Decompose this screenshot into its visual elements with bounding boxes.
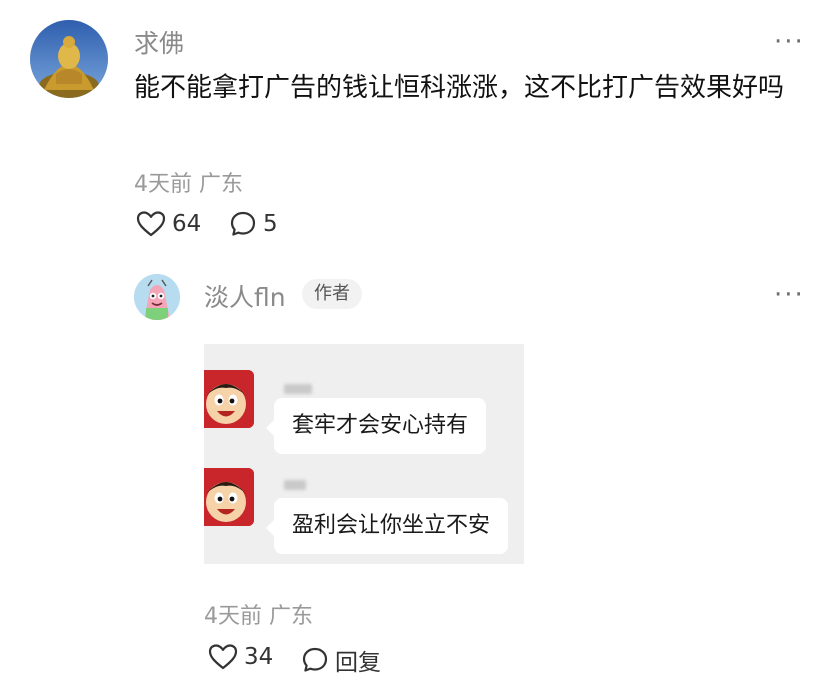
- chat-avatar-icon: [204, 468, 254, 526]
- commenter-username[interactable]: 求佛: [134, 24, 184, 60]
- chat-sender-name: [284, 480, 306, 490]
- chat-message: 套牢才会安心持有: [204, 366, 524, 466]
- chat-avatar-icon: [204, 370, 254, 428]
- like-count: 64: [172, 211, 202, 237]
- reply-more-icon[interactable]: ···: [774, 282, 805, 308]
- reply-count: 5: [263, 211, 278, 237]
- reply-count-button[interactable]: 5: [229, 210, 278, 238]
- comment-bubble-icon: [229, 210, 257, 238]
- comment-time-location: 4天前 广东: [134, 172, 243, 197]
- comment-bubble-icon: [301, 646, 329, 674]
- reply-button-label: 回复: [335, 650, 381, 676]
- heart-icon: [136, 210, 166, 238]
- reply-time-location: 4天前 广东: [204, 604, 313, 629]
- reply-like-button[interactable]: 34: [208, 643, 273, 671]
- reply-username[interactable]: 淡人fln: [204, 278, 286, 314]
- chat-bubble: 盈利会让你坐立不安: [265, 498, 509, 554]
- chat-bubble: 套牢才会安心持有: [265, 398, 487, 454]
- chat-message: 盈利会让你坐立不安: [204, 466, 524, 564]
- reply-button[interactable]: 回复: [301, 643, 381, 677]
- comment-text: 能不能拿打广告的钱让恒科涨涨，这不比打广告效果好吗: [134, 73, 785, 103]
- like-button[interactable]: 64: [136, 210, 201, 238]
- reply-image[interactable]: 套牢才会安心持有 盈利会让你坐立不安: [204, 344, 524, 564]
- reply-avatar[interactable]: [134, 274, 180, 320]
- author-badge: 作者: [302, 279, 362, 309]
- more-icon[interactable]: ···: [774, 29, 805, 55]
- heart-icon: [208, 643, 238, 671]
- commenter-avatar[interactable]: [30, 20, 108, 98]
- chat-sender-name: [284, 384, 312, 394]
- reply-like-count: 34: [244, 644, 274, 670]
